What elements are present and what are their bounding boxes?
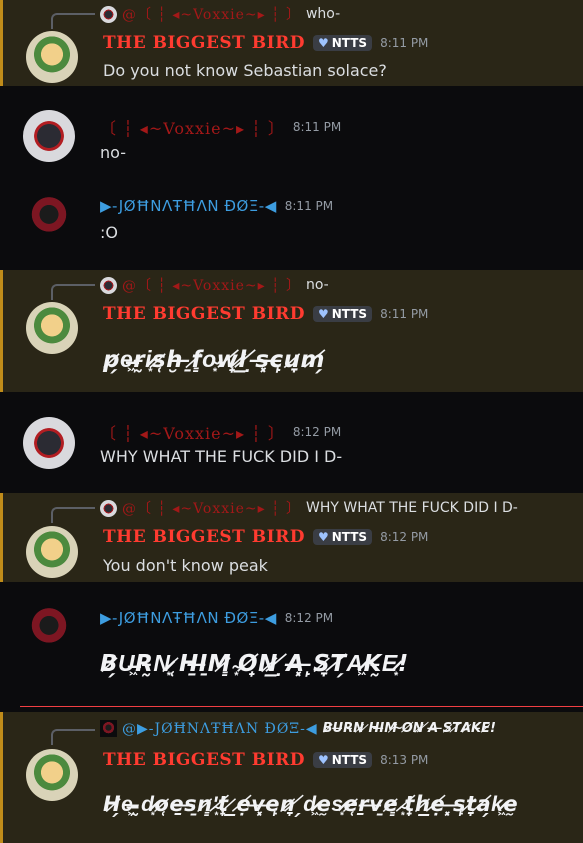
badge-label: NTTS bbox=[331, 530, 368, 544]
new-messages-divider bbox=[20, 706, 583, 707]
badge-label: NTTS bbox=[331, 753, 368, 767]
message-header: THE BIGGEST BIRD ♥ NTTS 8:11 PM bbox=[103, 33, 428, 53]
avatar[interactable] bbox=[26, 749, 78, 801]
username[interactable]: ▶-JØĦNΛŦĦΛN ĐØΞ-◀ bbox=[100, 197, 277, 215]
heart-icon: ♥ bbox=[317, 307, 329, 321]
badge-label: NTTS bbox=[331, 307, 368, 321]
message-content: You don't know peak bbox=[103, 556, 268, 575]
message[interactable]: 〔 ┆ ◂~Voxxie~▸ ┆ 〕 8:12 PM WHY WHAT THE … bbox=[0, 407, 583, 485]
reply-connector bbox=[51, 729, 95, 745]
reply-author[interactable]: @〔 ┆ ◂~Voxxie~▸ ┆ 〕 bbox=[122, 4, 301, 24]
timestamp: 8:11 PM bbox=[292, 120, 342, 134]
reply-snippet: WHY WHAT THE FUCK DID I D- bbox=[305, 500, 518, 516]
timestamp: 8:12 PM bbox=[292, 425, 342, 439]
message-header: ▶-JØĦNΛŦĦΛN ĐØΞ-◀ 8:12 PM bbox=[100, 609, 333, 627]
username[interactable]: THE BIGGEST BIRD bbox=[103, 750, 305, 770]
reply-snippet: no- bbox=[305, 277, 329, 293]
message-content: :O bbox=[100, 223, 118, 242]
message-content: WHY WHAT THE FUCK DID I D- bbox=[100, 447, 343, 466]
message-content: no- bbox=[100, 143, 126, 162]
message-header: 〔 ┆ ◂~Voxxie~▸ ┆ 〕 8:12 PM bbox=[100, 420, 341, 444]
message[interactable]: ▶-JØĦNΛŦĦΛN ĐØΞ-◀ 8:12 PM B̷̗U̶͖R̵̰N̷͙ ̷… bbox=[0, 596, 583, 696]
reply-connector bbox=[51, 13, 95, 29]
message-header: 〔 ┆ ◂~Voxxie~▸ ┆ 〕 8:11 PM bbox=[100, 115, 341, 139]
message-content: Do you not know Sebastian solace? bbox=[103, 61, 387, 80]
message-header: THE BIGGEST BIRD ♥ NTTS 8:12 PM bbox=[103, 527, 428, 547]
timestamp: 8:11 PM bbox=[380, 307, 429, 321]
reply-preview[interactable]: @〔 ┆ ◂~Voxxie~▸ ┆ 〕 WHY WHAT THE FUCK DI… bbox=[100, 498, 518, 518]
timestamp: 8:12 PM bbox=[380, 530, 429, 544]
message-header: THE BIGGEST BIRD ♥ NTTS 8:13 PM bbox=[103, 750, 428, 770]
reply-preview[interactable]: @〔 ┆ ◂~Voxxie~▸ ┆ 〕 who- bbox=[100, 4, 340, 24]
chat-log: @〔 ┆ ◂~Voxxie~▸ ┆ 〕 who- THE BIGGEST BIR… bbox=[0, 0, 583, 843]
reply-avatar bbox=[100, 720, 117, 737]
message[interactable]: ▶-JØĦNΛŦĦΛN ĐØΞ-◀ 8:11 PM :O bbox=[0, 185, 583, 265]
message-mention[interactable]: @〔 ┆ ◂~Voxxie~▸ ┆ 〕 no- THE BIGGEST BIRD… bbox=[0, 270, 583, 392]
username[interactable]: ▶-JØĦNΛŦĦΛN ĐØΞ-◀ bbox=[100, 609, 277, 627]
message-content: p̷̗e̶͖r̵̰i̷͙s̷̜ḫ̵ ̶̠f̷͇o̴͙w̸̟l̷̲ ̸̣s̶͓c̶… bbox=[103, 347, 325, 373]
server-tag-badge[interactable]: ♥ NTTS bbox=[312, 752, 373, 768]
reply-author[interactable]: @▶-JØĦNΛŦĦΛN ĐØΞ-◀ bbox=[122, 721, 318, 737]
reply-preview[interactable]: @▶-JØĦNΛŦĦΛN ĐØΞ-◀ B̷U̶R̵N̷ ̷H̵I̶M̷ ̴O̸N… bbox=[100, 720, 496, 737]
message-content: H̷̗e̶͖ ̵̰d̷͙o̷̜e̵̱s̶̠n̷͇'̴͙t̸̟ ̷̲ẹ̸v̶͓e̶… bbox=[103, 792, 519, 816]
heart-icon: ♥ bbox=[317, 36, 329, 50]
avatar[interactable] bbox=[23, 191, 75, 243]
username[interactable]: THE BIGGEST BIRD bbox=[103, 33, 305, 53]
reply-author[interactable]: @〔 ┆ ◂~Voxxie~▸ ┆ 〕 bbox=[122, 498, 301, 518]
server-tag-badge[interactable]: ♥ NTTS bbox=[312, 306, 373, 322]
avatar[interactable] bbox=[23, 110, 75, 162]
message[interactable]: 〔 ┆ ◂~Voxxie~▸ ┆ 〕 8:11 PM no- bbox=[0, 100, 583, 170]
reply-avatar bbox=[100, 499, 117, 517]
server-tag-badge[interactable]: ♥ NTTS bbox=[312, 529, 373, 545]
reply-connector bbox=[51, 507, 95, 523]
reply-snippet: B̷U̶R̵N̷ ̷H̵I̶M̷ ̴O̸N̷ ̸A̶ ̶S̷T̸A̷K̵E̷! bbox=[322, 721, 496, 736]
timestamp: 8:11 PM bbox=[284, 199, 334, 213]
server-tag-badge[interactable]: ♥ NTTS bbox=[312, 35, 373, 51]
avatar[interactable] bbox=[26, 31, 78, 83]
username[interactable]: THE BIGGEST BIRD bbox=[103, 527, 305, 547]
avatar[interactable] bbox=[23, 602, 75, 654]
reply-snippet: who- bbox=[305, 6, 341, 22]
timestamp: 8:11 PM bbox=[380, 36, 429, 50]
reply-avatar bbox=[100, 276, 117, 294]
reply-avatar bbox=[100, 5, 117, 23]
heart-icon: ♥ bbox=[317, 530, 329, 544]
avatar[interactable] bbox=[26, 302, 78, 354]
message-mention[interactable]: @〔 ┆ ◂~Voxxie~▸ ┆ 〕 WHY WHAT THE FUCK DI… bbox=[0, 493, 583, 582]
avatar[interactable] bbox=[26, 526, 78, 578]
reply-connector bbox=[51, 284, 95, 300]
username[interactable]: 〔 ┆ ◂~Voxxie~▸ ┆ 〕 bbox=[100, 115, 285, 139]
timestamp: 8:13 PM bbox=[380, 753, 429, 767]
badge-label: NTTS bbox=[331, 36, 368, 50]
reply-preview[interactable]: @〔 ┆ ◂~Voxxie~▸ ┆ 〕 no- bbox=[100, 275, 329, 295]
message-header: THE BIGGEST BIRD ♥ NTTS 8:11 PM bbox=[103, 304, 428, 324]
message-mention[interactable]: @〔 ┆ ◂~Voxxie~▸ ┆ 〕 who- THE BIGGEST BIR… bbox=[0, 0, 583, 86]
avatar[interactable] bbox=[23, 417, 75, 469]
heart-icon: ♥ bbox=[317, 753, 329, 767]
message-mention[interactable]: @▶-JØĦNΛŦĦΛN ĐØΞ-◀ B̷U̶R̵N̷ ̷H̵I̶M̷ ̴O̸N… bbox=[0, 712, 583, 843]
timestamp: 8:12 PM bbox=[284, 611, 334, 625]
username[interactable]: 〔 ┆ ◂~Voxxie~▸ ┆ 〕 bbox=[100, 420, 285, 444]
reply-author[interactable]: @〔 ┆ ◂~Voxxie~▸ ┆ 〕 bbox=[122, 275, 301, 295]
message-header: ▶-JØĦNΛŦĦΛN ĐØΞ-◀ 8:11 PM bbox=[100, 197, 333, 215]
message-content: B̷̗U̶͖R̵̰N̷͙ ̷̜H̵̱I̶̠M̷͇ ̴͙O̸̟N̷̲ ̸̣A̶͓ … bbox=[100, 651, 409, 677]
username[interactable]: THE BIGGEST BIRD bbox=[103, 304, 305, 324]
